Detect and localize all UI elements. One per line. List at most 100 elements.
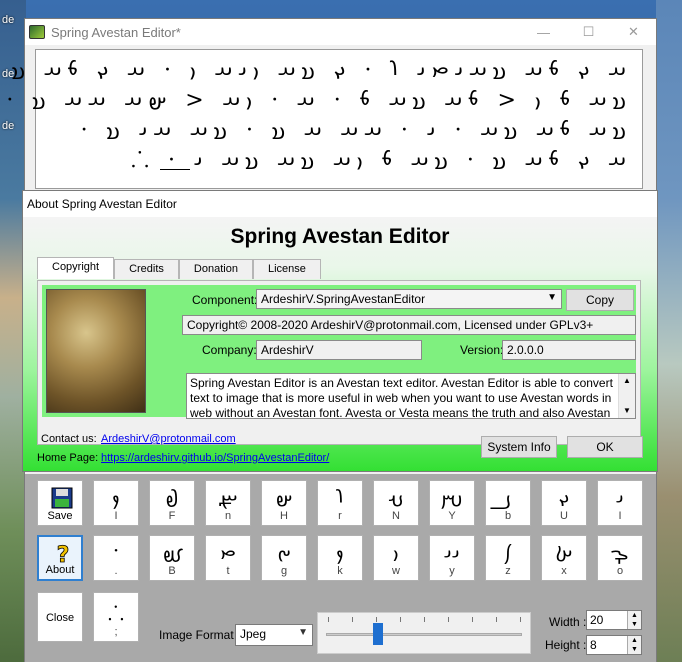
height-label: Height : [545,638,587,652]
version-label: Version: [460,343,504,357]
key-glyph: 𐬏 [558,485,570,509]
key-I[interactable]: 𐬐I [93,480,139,526]
image-format-label: Image Format : [159,628,241,642]
ok-button[interactable]: OK [567,436,643,458]
desktop-icon-label[interactable]: de [2,120,14,132]
image-size-slider[interactable] [317,612,531,654]
copyright-field[interactable]: Copyright© 2008-2020 ArdeshirV@protonmai… [182,315,636,335]
key-label: I [618,510,622,522]
key-z[interactable]: 𐬰z [485,535,531,581]
component-select[interactable]: ArdeshirV.SpringAvestanEditor ▼ [256,289,562,309]
key-r[interactable]: 𐬭r [317,480,363,526]
key-label: g [280,565,288,577]
key-x[interactable]: 𐬑x [541,535,587,581]
minimize-button[interactable]: — [521,19,566,45]
about-titlebar[interactable]: About Spring Avestan Editor [23,191,657,217]
spin-up-icon[interactable]: ▲ [627,636,641,645]
key-glyph: 𐬐 [336,540,344,564]
key-B[interactable]: 𐬡B [149,535,195,581]
key-n[interactable]: 𐬧n [205,480,251,526]
key-t[interactable]: 𐬙t [205,535,251,581]
question-mark-icon: ? [56,543,70,565]
key-i[interactable]: 𐬌I [597,480,643,526]
about-heading: Spring Avestan Editor [230,225,450,248]
key-semicolon[interactable]: ⸫; [93,592,139,642]
app-icon [29,25,45,39]
system-info-button[interactable]: System Info [481,436,557,458]
key-o[interactable]: 𐬋o [597,535,643,581]
key-label: B [168,565,176,577]
key-k[interactable]: 𐬐k [317,535,363,581]
key-glyph: 𐬡 [162,540,182,564]
key-F[interactable]: 𐬟F [149,480,195,526]
svg-text:?: ? [57,543,70,565]
key-label: H [280,510,288,522]
key-label: k [337,565,343,577]
key-label: ; [114,626,118,638]
save-button[interactable]: Save [37,480,83,526]
description-scrollbar[interactable]: ▲ ▼ [618,374,635,418]
canvas-line: · 𐬯𐬀 𐬨 𐬎 < 𐬨𐬀 𐬯𐬀 𐬨 · 𐬀 · 𐬎𐬀 < 𐬵𐬀 𐬀𐬀 𐬯 [6,88,632,113]
key-U[interactable]: 𐬏U [541,480,587,526]
key-glyph: 𐬎 [393,540,399,564]
company-field[interactable]: ArdeshirV [256,340,422,360]
key-glyph: 𐬧 [218,485,238,509]
copy-button[interactable]: Copy [566,289,634,311]
width-label: Width : [549,615,587,629]
key-glyph: 𐬣 [388,485,404,509]
key-glyph: · [112,538,120,562]
tab-credits[interactable]: Credits [114,259,179,279]
key-w[interactable]: 𐬎w [373,535,419,581]
key-label: N [392,510,400,522]
key-glyph: 𐬌𐬌 [444,540,460,564]
about-button[interactable]: ? About [37,535,83,581]
about-label: About [45,564,75,576]
key-label: Y [448,510,456,522]
canvas-line: ⸫ · 𐬀 𐬏 𐬨𐬀 𐬯 · 𐬯𐬀 𐬨 𐬎𐬀 𐬯𐬀 𐬯𐬀 𐬌 [130,148,632,173]
desktop-icon-label[interactable]: de [2,14,14,26]
version-field[interactable]: 2.0.0.0 [502,340,636,360]
width-stepper[interactable]: 20 ▲ ▼ [586,610,642,630]
key-Y[interactable]: 𐬫Y [429,480,475,526]
key-label: F [168,510,176,522]
tab-copyright[interactable]: Copyright [37,257,115,279]
slider-thumb[interactable] [372,623,383,645]
avestan-text-canvas[interactable]: · 𐬀 𐬏 𐬨𐬀 𐬯𐬀𐬌𐬙𐬌 𐬭 · 𐬏 𐬯𐬀 𐬎𐬌𐬀 𐬎 · 𐬀 𐬏 𐬨𐬀 𐬯… [0,49,643,189]
spin-down-icon[interactable]: ▼ [627,620,641,629]
text-caret [160,169,190,170]
copyright-panel: Component: ArdeshirV.SpringAvestanEditor… [37,280,641,445]
desktop-right-strip [656,0,682,662]
height-stepper[interactable]: 8 ▲ ▼ [586,635,642,655]
key-dot[interactable]: ·. [93,535,139,581]
description-text: Spring Avestan Editor is an Avestan text… [190,376,613,419]
close-button[interactable]: Close [37,592,83,642]
spin-down-icon[interactable]: ▼ [627,645,641,654]
contact-email-link[interactable]: ArdeshirV@protonmail.com [101,433,236,445]
width-value: 20 [590,613,604,627]
tab-donation[interactable]: Donation [178,259,253,279]
about-dialog: About Spring Avestan Editor Spring Avest… [22,190,658,472]
key-b[interactable]: 𐬠b [485,480,531,526]
homepage-link[interactable]: https://ardeshirv.github.io/SpringAvesta… [101,452,329,464]
key-glyph: 𐬵 [275,485,293,509]
key-label: y [449,565,455,577]
key-label: U [560,510,568,522]
maximize-button[interactable]: ☐ [566,19,611,45]
key-H[interactable]: 𐬵H [261,480,307,526]
key-glyph: ⸫ [107,601,125,625]
canvas-line: · 𐬯𐬀 𐬨𐬀 𐬯𐬀 · 𐬌 · 𐬀𐬀 𐬀 𐬯 · 𐬯𐬀 𐬀𐬌 𐬯 [80,118,632,143]
close-window-button[interactable]: ✕ [611,19,656,45]
main-titlebar[interactable]: Spring Avestan Editor* — ☐ ✕ [25,19,656,45]
description-textarea[interactable]: Spring Avestan Editor is an Avestan text… [186,373,636,419]
image-format-select[interactable]: Jpeg ▼ [235,624,313,646]
image-format-value: Jpeg [240,627,267,641]
avestan-keypad: Save ? About Close 𐬐I 𐬟F 𐬧n 𐬵H 𐬭r 𐬣N 𐬫Y … [25,474,656,662]
tab-license[interactable]: License [252,259,321,279]
key-y[interactable]: 𐬌𐬌 y [429,535,475,581]
key-label: o [616,565,624,577]
key-N[interactable]: 𐬣N [373,480,419,526]
spin-up-icon[interactable]: ▲ [627,611,641,620]
key-label: t [226,565,230,577]
key-g[interactable]: 𐬔g [261,535,307,581]
key-glyph: 𐬋 [611,540,629,564]
